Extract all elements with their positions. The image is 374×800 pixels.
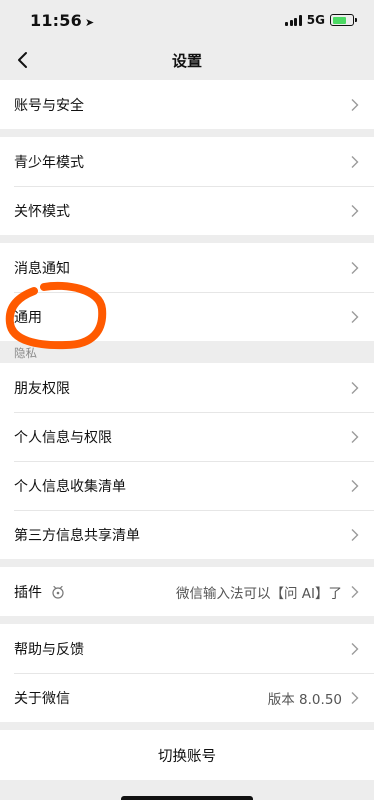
back-chevron-icon [18,52,27,68]
chevron-right-icon [351,691,359,704]
signal-icon [285,14,302,26]
plugin-promo-text: 微信输入法可以【问 AI】了 [175,585,342,602]
chevron-right-icon [351,642,359,655]
battery-charging-icon [330,14,357,26]
settings-item-notifications[interactable]: 消息通知 [0,243,374,292]
about-group: 帮助与反馈 关于微信 版本 8.0.50 [0,624,374,722]
nav-bar: 设置 [0,40,374,80]
general-group: 消息通知 通用 [0,243,374,341]
settings-item-friend-permissions[interactable]: 朋友权限 [0,363,374,412]
settings-item-label: 帮助与反馈 [14,641,84,658]
home-indicator [121,796,253,800]
chevron-right-icon [351,381,359,394]
settings-item-help-feedback[interactable]: 帮助与反馈 [0,624,374,673]
settings-item-label: 第三方信息共享清单 [14,527,140,544]
status-time-text: 11:56 [30,10,82,30]
chevron-right-icon [351,430,359,443]
privacy-section-header: 隐私 [0,341,374,363]
settings-item-personal-info[interactable]: 个人信息与权限 [0,412,374,461]
settings-item-label: 关怀模式 [14,203,70,220]
settings-item-label: 账号与安全 [14,97,84,114]
status-icons: 5G [285,13,357,27]
chevron-right-icon [351,261,359,274]
account-group: 账号与安全 [0,80,374,129]
status-bar: 11:56 ➤ 5G [0,0,374,40]
chevron-right-icon [351,204,359,217]
settings-item-teen-mode[interactable]: 青少年模式 [0,137,374,186]
page-title: 设置 [171,51,202,70]
settings-item-label: 通用 [14,309,42,326]
settings-item-label: 关于微信 [14,690,70,707]
privacy-group: 朋友权限 个人信息与权限 个人信息收集清单 第三方信息共享清单 [0,363,374,559]
settings-item-label: 消息通知 [14,260,70,277]
settings-item-label: 朋友权限 [14,380,70,397]
back-button[interactable] [12,49,34,71]
settings-item-about-wechat[interactable]: 关于微信 版本 8.0.50 [0,673,374,722]
settings-item-label: 青少年模式 [14,154,84,171]
chevron-right-icon [351,528,359,541]
chevron-right-icon [351,479,359,492]
network-type: 5G [306,13,325,27]
plugins-group: 插件 微信输入法可以【问 AI】了 [0,567,374,616]
chevron-right-icon [351,98,359,111]
status-time: 11:56 ➤ [30,11,94,30]
settings-item-account-security[interactable]: 账号与安全 [0,80,374,129]
settings-item-care-mode[interactable]: 关怀模式 [0,186,374,235]
location-arrow-icon: ➤ [84,15,95,29]
version-text: 版本 8.0.50 [267,691,342,708]
chevron-right-icon [351,155,359,168]
chevron-right-icon [351,585,359,598]
settings-item-third-party-sharing[interactable]: 第三方信息共享清单 [0,510,374,559]
settings-item-label: 个人信息与权限 [14,429,112,446]
settings-item-general[interactable]: 通用 [0,292,374,341]
settings-item-label: 个人信息收集清单 [14,478,126,495]
settings-item-label: 插件 [14,584,42,601]
plugin-badge-icon [52,585,64,599]
settings-item-plugins[interactable]: 插件 微信输入法可以【问 AI】了 [0,567,374,616]
switch-account-button[interactable]: 切换账号 [0,730,374,780]
chevron-right-icon [351,310,359,323]
mode-group: 青少年模式 关怀模式 [0,137,374,235]
settings-item-info-collection-list[interactable]: 个人信息收集清单 [0,461,374,510]
